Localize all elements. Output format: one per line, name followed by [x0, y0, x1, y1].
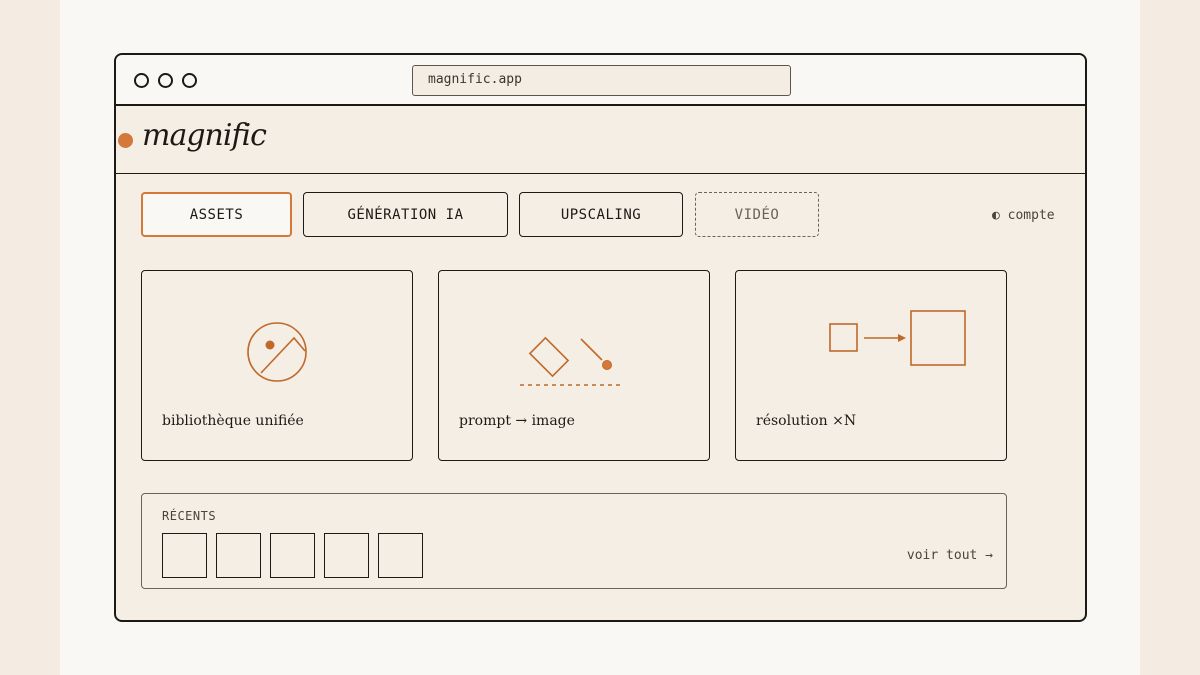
tab-upscaling[interactable]: UPSCALING	[519, 192, 683, 237]
card-label: prompt → image	[459, 413, 575, 429]
recent-thumbnail[interactable]	[270, 533, 315, 578]
card-unified-library[interactable]: bibliothèque unifiée	[141, 270, 413, 461]
account-link[interactable]: ◐ compte	[992, 208, 1055, 223]
brand-dot-icon	[118, 133, 133, 148]
card-prompt-to-image[interactable]: prompt → image	[438, 270, 710, 461]
app-header: magnific	[116, 106, 1085, 174]
recents-panel: RÉCENTS voir tout →	[141, 493, 1007, 589]
recent-thumbnail[interactable]	[216, 533, 261, 578]
recent-thumbnail[interactable]	[162, 533, 207, 578]
window-minimize-control[interactable]	[158, 73, 173, 88]
prompt-to-image-icon	[520, 336, 624, 386]
upscale-arrow-icon	[829, 310, 966, 366]
see-all-link[interactable]: voir tout →	[907, 548, 993, 563]
card-label: résolution ×N	[756, 413, 857, 429]
card-resolution[interactable]: résolution ×N	[735, 270, 1007, 461]
window-close-control[interactable]	[134, 73, 149, 88]
recent-thumbnail[interactable]	[324, 533, 369, 578]
tab-assets[interactable]: ASSETS	[141, 192, 292, 237]
recents-title: RÉCENTS	[162, 509, 217, 523]
address-bar[interactable]: magnific.app	[412, 65, 791, 96]
image-icon	[247, 322, 307, 382]
tab-video[interactable]: VIDÉO	[695, 192, 819, 237]
brand-logo[interactable]: magnific	[142, 118, 267, 153]
browser-titlebar: magnific.app	[116, 55, 1085, 106]
recent-thumbnail[interactable]	[378, 533, 423, 578]
browser-window: magnific.app magnific ASSETS GÉNÉRATION …	[114, 53, 1087, 622]
card-label: bibliothèque unifiée	[162, 413, 304, 429]
tab-generation-ia[interactable]: GÉNÉRATION IA	[303, 192, 508, 237]
window-maximize-control[interactable]	[182, 73, 197, 88]
